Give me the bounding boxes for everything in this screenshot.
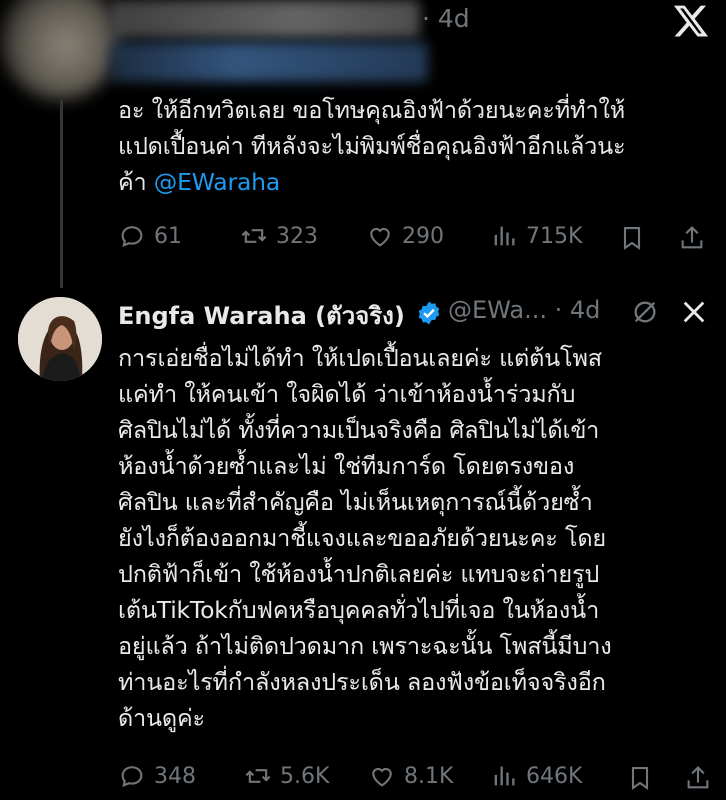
display-name[interactable]: Engfa Waraha (ตัวจริง) [118,296,405,335]
tweet1-timestamp[interactable]: · 4d [422,4,470,33]
x-logo-icon [673,5,709,37]
reply-button[interactable]: 348 [118,762,196,790]
more-icon[interactable] [680,298,708,326]
thread-connector [60,100,63,288]
repost-count: 323 [276,223,318,249]
like-icon [372,767,392,787]
avatar[interactable] [18,297,102,381]
reply-icon [121,226,143,248]
blurred-display-name [110,0,420,38]
repost-icon [241,229,267,243]
views-button[interactable]: 715K [490,222,582,250]
tweet2-timestamp: · 4d [554,296,601,324]
user-handle: @EWa... [448,296,547,324]
reply-count: 348 [154,763,196,789]
views-count: 646K [526,763,583,789]
reply-button[interactable]: 61 [118,222,182,250]
views-button[interactable]: 646K [490,762,582,790]
share-icon[interactable] [684,764,712,792]
share-icon[interactable] [678,224,706,252]
reply-icon [121,766,143,788]
bookmark-icon[interactable] [626,764,654,792]
repost-count: 5.6K [280,763,330,789]
tweet1-text: อะ ให้อีกทวิตเลย ขอโทษคุณอิงฟ้าด้วยนะคะท… [118,92,718,200]
tweet1-mention-link[interactable]: @EWaraha [154,168,280,196]
verified-icon [418,301,440,325]
grok-icon[interactable] [631,298,659,326]
like-button[interactable]: 8.1K [368,762,453,790]
profile-photo [18,297,102,381]
views-icon [494,766,515,786]
tweet2-text: การเอ่ยชื่อไม่ได้ทำ ให้เปดเปื้อนเลยค่ะ แ… [118,344,612,732]
like-count: 290 [402,223,444,249]
views-count: 715K [526,223,583,249]
bookmark-icon[interactable] [618,224,646,252]
like-icon [370,227,390,247]
repost-button[interactable]: 5.6K [244,762,329,790]
like-button[interactable]: 290 [366,222,444,250]
blurred-handle [110,42,428,82]
views-icon [494,226,515,246]
like-count: 8.1K [404,763,454,789]
handle-and-time[interactable]: @EWa... · 4d [448,296,600,324]
blurred-avatar [0,0,120,100]
reply-count: 61 [154,223,182,249]
repost-icon [245,769,271,783]
repost-button[interactable]: 323 [240,222,318,250]
